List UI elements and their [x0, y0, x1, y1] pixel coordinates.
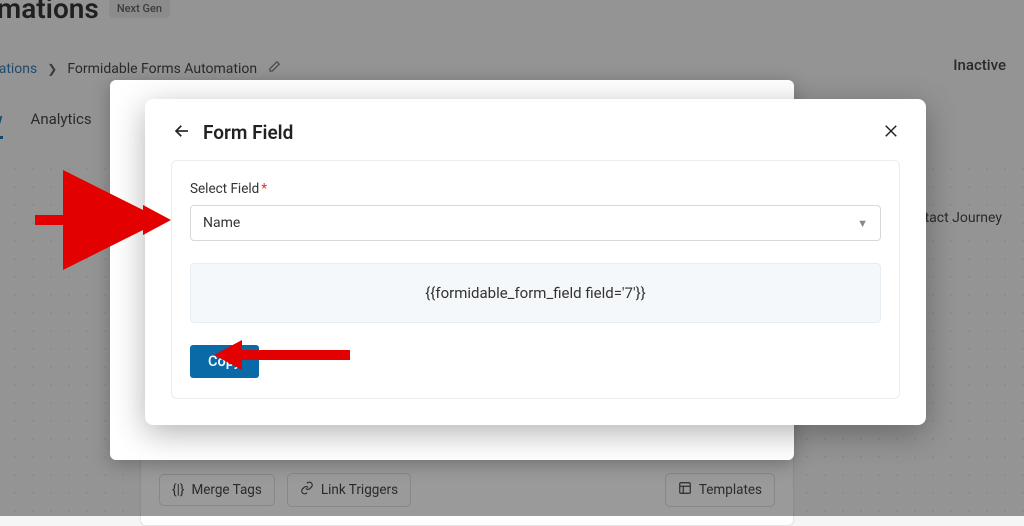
- close-icon[interactable]: [882, 122, 900, 143]
- required-asterisk: *: [261, 181, 267, 197]
- modal-body: Select Field* Name ▼ {{formidable_form_f…: [171, 160, 900, 399]
- select-field-label: Select Field*: [190, 181, 881, 197]
- modal-title: Form Field: [203, 121, 293, 144]
- back-arrow-icon[interactable]: [171, 122, 193, 143]
- chevron-down-icon: ▼: [857, 217, 868, 230]
- copy-button[interactable]: Copy: [190, 345, 259, 378]
- field-select[interactable]: Name ▼: [190, 205, 881, 241]
- form-field-modal: Form Field Select Field* Name ▼ {{formid…: [145, 99, 926, 425]
- select-field-label-text: Select Field: [190, 181, 259, 197]
- modal-header: Form Field: [171, 121, 900, 144]
- field-select-value: Name: [203, 215, 240, 231]
- shortcode-output: {{formidable_form_field field='7'}}: [190, 263, 881, 323]
